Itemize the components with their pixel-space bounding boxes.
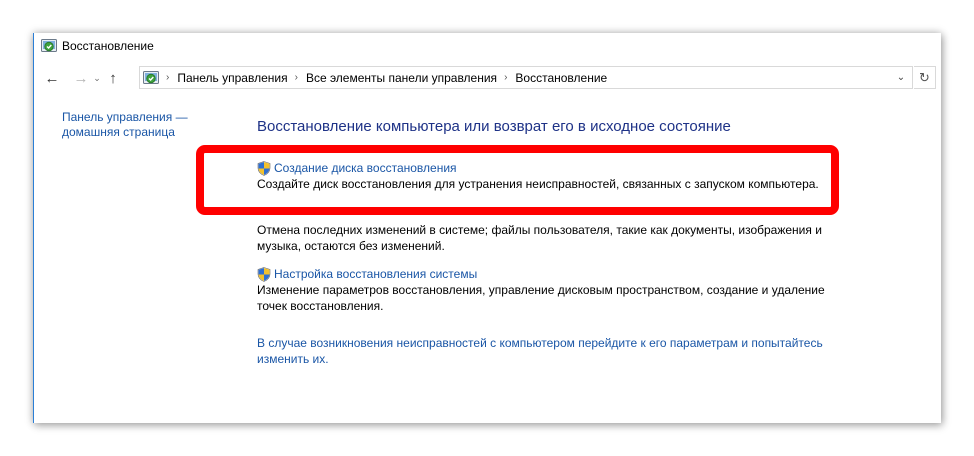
chevron-down-icon: ⌄: [93, 72, 101, 83]
address-dropdown-button[interactable]: ⌄: [890, 67, 912, 88]
address-bar[interactable]: › Панель управления › Все элементы панел…: [139, 66, 913, 89]
configure-system-restore-link[interactable]: Настройка восстановления системы: [257, 266, 837, 282]
arrow-right-icon: →: [73, 69, 89, 87]
breadcrumb-separator-icon[interactable]: ›: [166, 72, 169, 83]
create-recovery-drive-link[interactable]: Создание диска восстановления: [257, 160, 837, 176]
refresh-button[interactable]: ↻: [914, 66, 936, 89]
refresh-icon: ↻: [919, 69, 930, 85]
up-button[interactable]: ↑: [103, 68, 123, 88]
task-system-restore: Отмена последних изменений в системе; фа…: [257, 222, 837, 254]
arrow-left-icon: ←: [44, 69, 60, 87]
window-title: Восстановление: [62, 39, 154, 53]
breadcrumb-control-panel[interactable]: Панель управления: [177, 71, 287, 85]
navigation-bar: ← → ⌄ ↑ › Панель управления › Все элемен…: [34, 66, 941, 90]
shield-icon: [257, 160, 271, 176]
title-bar: Восстановление: [34, 33, 941, 59]
home-link-line2[interactable]: домашняя страница: [62, 125, 202, 140]
recent-locations-button[interactable]: ⌄: [91, 68, 103, 88]
breadcrumb-separator-icon[interactable]: ›: [504, 72, 507, 83]
create-recovery-drive-description: Создайте диск восстановления для устране…: [257, 177, 819, 191]
system-restore-description: Отмена последних изменений в системе; фа…: [257, 223, 822, 253]
recovery-app-icon: [41, 39, 57, 52]
shield-icon: [257, 266, 271, 282]
home-link-line1[interactable]: Панель управления —: [62, 110, 202, 125]
back-button[interactable]: ←: [42, 68, 62, 88]
breadcrumb-recovery[interactable]: Восстановление: [515, 71, 607, 85]
configure-system-restore-description: Изменение параметров восстановления, упр…: [257, 283, 825, 313]
control-panel-window: Восстановление ← → ⌄ ↑ › Панель управлен…: [33, 33, 941, 423]
control-panel-home-link[interactable]: Панель управления — домашняя страница: [62, 110, 202, 140]
breadcrumb-all-items[interactable]: Все элементы панели управления: [306, 71, 497, 85]
breadcrumb-separator-icon[interactable]: ›: [295, 72, 298, 83]
forward-button[interactable]: →: [71, 68, 91, 88]
arrow-up-icon: ↑: [109, 69, 117, 87]
recovery-location-icon: [143, 70, 159, 84]
task-configure-system-restore: Настройка восстановления системы Изменен…: [257, 266, 837, 314]
configure-system-restore-label[interactable]: Настройка восстановления системы: [274, 266, 477, 282]
pc-settings-link[interactable]: В случае возникновения неисправностей с …: [257, 335, 847, 367]
create-recovery-drive-label[interactable]: Создание диска восстановления: [274, 160, 457, 176]
task-create-recovery-drive: Создание диска восстановления Создайте д…: [257, 160, 837, 192]
page-heading: Восстановление компьютера или возврат ег…: [257, 118, 731, 135]
chevron-down-icon: ⌄: [896, 72, 906, 83]
